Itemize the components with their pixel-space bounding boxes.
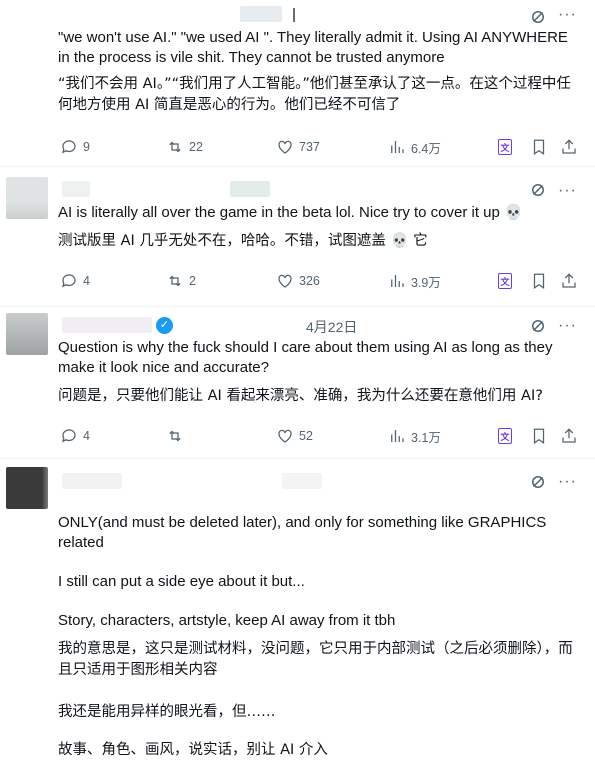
author-name-redacted [62,473,122,489]
share-button[interactable] [560,137,578,157]
avatar[interactable] [6,177,48,219]
heart-icon [278,140,292,154]
repost-button[interactable] [166,426,189,446]
more-icon[interactable]: ··· [558,7,577,23]
views-icon [391,430,404,442]
repost-button[interactable]: 22 [166,137,203,157]
post-text-cn: 问题是，只要他们能让 AI 看起来漂亮、准确，我为什么还要在意他们用 AI? [58,388,543,404]
post-1[interactable]: ··· "we won't use AI." "we used AI ". Th… [0,0,595,167]
post-date: 4月22日 [306,319,358,335]
repost-count: 2 [189,274,196,288]
bookmark-button[interactable] [530,426,548,446]
post-actions: 9 22 737 6.4万 文 [58,137,578,157]
post-actions: 4 52 3.1万 文 [58,426,578,446]
translate-button[interactable]: 文 [498,426,512,446]
post-text-cn-1: 我的意思是，这只是测试材料，没问题，它只用于内部测试（之后必须删除），而且只适用… [58,641,573,678]
reply-count: 9 [83,140,90,154]
avatar[interactable] [6,467,48,509]
post-2[interactable]: ··· AI is literally all over the game in… [0,167,595,307]
post-text-en: AI is literally all over the game in the… [58,204,523,221]
more-icon[interactable]: ··· [558,318,577,334]
post-text-en-1: ONLY(and must be deleted later), and onl… [58,514,551,551]
post-text-cn-3: 故事、角色、画风，说实话，别让 AI 介入 [58,742,328,758]
repost-count: 22 [189,140,203,154]
repost-icon [169,275,181,287]
share-icon [562,428,576,443]
like-count: 52 [299,429,313,443]
reply-icon [62,274,76,288]
post-text-en-3: Story, characters, artstyle, keep AI awa… [58,612,396,629]
like-button[interactable]: 52 [276,426,313,446]
grok-icon[interactable] [529,317,547,335]
post-4[interactable]: ··· ONLY(and must be deleted later), and… [0,459,595,769]
heart-icon [278,274,292,288]
translate-icon: 文 [498,139,512,155]
bookmark-icon [533,428,545,444]
bookmark-icon [533,139,545,155]
grok-icon[interactable] [529,473,547,491]
views-icon [391,275,404,287]
grok-icon[interactable] [529,181,547,199]
reply-count: 4 [83,274,90,288]
more-icon[interactable]: ··· [558,183,577,199]
like-button[interactable]: 326 [276,271,320,291]
bookmark-button[interactable] [530,137,548,157]
share-icon [562,273,576,288]
repost-icon [169,141,181,153]
more-icon[interactable]: ··· [558,474,577,490]
translate-icon: 文 [498,273,512,289]
repost-icon [169,430,181,442]
translate-icon: 文 [498,428,512,444]
separator [293,8,295,22]
reply-button[interactable]: 9 [60,137,90,157]
views-count: 3.9万 [411,275,441,290]
author-name-redacted [62,181,90,197]
author-handle-redacted [282,473,322,489]
like-count: 737 [299,140,320,154]
post-text-en: "we won't use AI." "we used AI ". They l… [58,29,573,66]
views-count: 6.4万 [411,141,441,156]
views-button[interactable]: 6.4万 [388,137,441,157]
reply-button[interactable]: 4 [60,271,90,291]
post-actions: 4 2 326 3.9万 文 [58,271,578,291]
translate-button[interactable]: 文 [498,137,512,157]
bookmark-button[interactable] [530,271,548,291]
author-name-redacted [240,6,282,22]
views-button[interactable]: 3.9万 [388,271,441,291]
views-count: 3.1万 [411,430,441,445]
grok-icon[interactable] [529,8,547,26]
like-count: 326 [299,274,320,288]
post-text-cn: 测试版里 AI 几乎无处不在，哈哈。不错，试图遮盖 💀 它 [58,233,428,249]
author-name-redacted [62,317,152,333]
post-text-en: Question is why the fuck should I care a… [58,339,557,376]
reply-icon [62,140,76,154]
verified-badge: ✓ [156,317,173,334]
heart-icon [278,429,292,443]
author-handle-redacted [230,181,270,197]
reply-icon [62,429,76,443]
share-button[interactable] [560,426,578,446]
share-button[interactable] [560,271,578,291]
translate-button[interactable]: 文 [498,271,512,291]
reply-count: 4 [83,429,90,443]
post-3[interactable]: ✓ 4月22日 ··· Question is why the fuck sho… [0,307,595,459]
post-text-en-2: I still can put a side eye about it but.… [58,573,305,590]
reply-button[interactable]: 4 [60,426,90,446]
share-icon [562,139,576,154]
like-button[interactable]: 737 [276,137,320,157]
bookmark-icon [533,273,545,289]
repost-button[interactable]: 2 [166,271,196,291]
post-text-cn: “我们不会用 AI。”“我们用了人工智能。”他们甚至承认了这一点。在这个过程中任… [58,76,571,113]
avatar[interactable] [6,313,48,355]
views-icon [391,141,404,153]
views-button[interactable]: 3.1万 [388,426,441,446]
post-text-cn-2: 我还是能用异样的眼光看，但…… [58,704,276,720]
